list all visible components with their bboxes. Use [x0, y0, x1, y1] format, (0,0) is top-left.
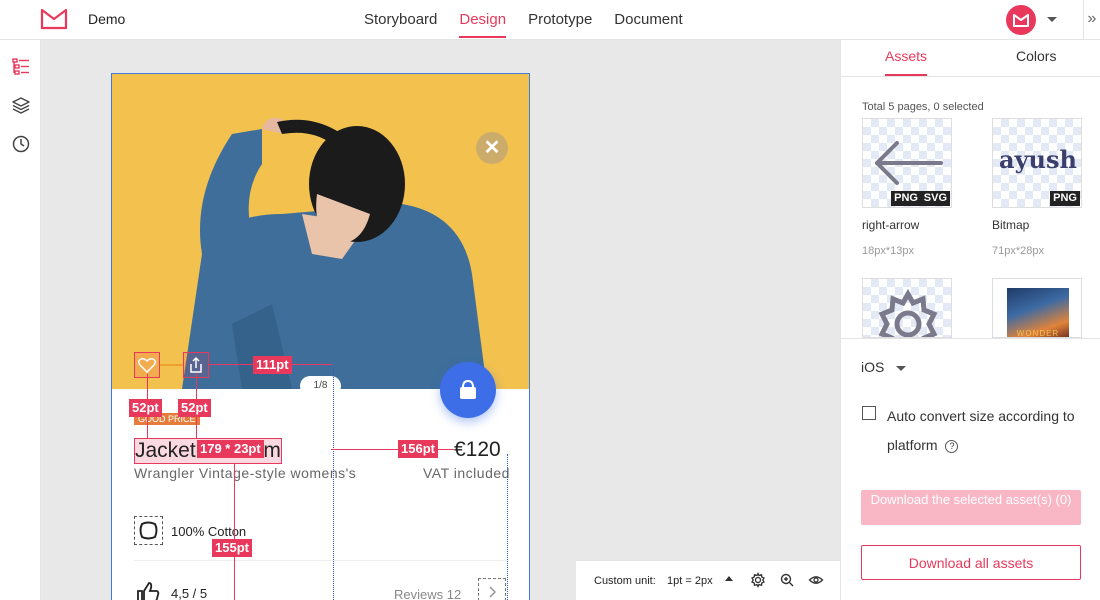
main-nav: Storyboard Design Prototype Document [353, 0, 694, 40]
guide-line [333, 369, 334, 600]
tab-colors[interactable]: Colors [1016, 48, 1056, 64]
poster-thumbnail: WONDER [1007, 288, 1069, 337]
asset-thumbnail[interactable]: PNG SVG [862, 118, 952, 208]
divider [134, 560, 508, 561]
download-all-button[interactable]: Download all assets [861, 545, 1081, 580]
close-icon[interactable]: ✕ [476, 132, 508, 164]
gear-icon [878, 288, 938, 337]
page-indicator: 1/8 [300, 376, 341, 396]
thumbs-up-icon [134, 578, 162, 600]
measure-label: 179 * 23pt [197, 440, 264, 458]
asset-thumbnail[interactable] [862, 278, 952, 338]
history-clock-icon[interactable] [11, 134, 31, 154]
platform-select[interactable]: iOS [861, 359, 907, 375]
unit-value[interactable]: 1pt = 2px [667, 575, 713, 587]
format-badge: PNG [891, 191, 921, 206]
vat-label: VAT included [423, 465, 510, 481]
left-toolbar [0, 40, 41, 600]
tab-design[interactable]: Design [448, 0, 517, 40]
tab-storyboard[interactable]: Storyboard [353, 0, 448, 40]
tab-prototype[interactable]: Prototype [517, 0, 603, 40]
settings-gear-icon[interactable] [750, 572, 766, 591]
asset-thumbnail[interactable]: WONDER [992, 278, 1082, 338]
measure-label: 111pt [253, 356, 292, 374]
project-name[interactable]: Demo [88, 11, 125, 27]
asset-thumbnail[interactable]: ayush PNG [992, 118, 1082, 208]
asset-name: right-arrow [862, 218, 920, 232]
measure-label: 156pt [398, 440, 438, 458]
design-canvas[interactable]: ✕ 1/8 GOOD PRICE Jacket in denim €120 Wr… [41, 40, 840, 600]
chevron-down-icon[interactable] [1047, 17, 1057, 22]
app-logo[interactable] [40, 7, 68, 36]
stack-icon[interactable] [11, 95, 31, 115]
zoom-in-icon[interactable] [779, 572, 795, 591]
chevron-right-icon[interactable] [478, 578, 506, 600]
auto-convert-label: Auto convert size according to platform … [887, 408, 1075, 453]
artboard[interactable]: ✕ 1/8 GOOD PRICE Jacket in denim €120 Wr… [111, 73, 530, 600]
tab-assets[interactable]: Assets [885, 48, 928, 76]
product-photo: ✕ [112, 74, 529, 389]
auto-convert-checkbox[interactable] [862, 406, 876, 420]
chevron-up-icon[interactable] [725, 576, 733, 581]
format-badge: SVG [920, 191, 950, 206]
guide-line [507, 454, 508, 600]
eye-icon[interactable] [808, 572, 824, 591]
product-price: €120 [454, 438, 501, 461]
spacing-line [234, 463, 235, 600]
cotton-icon [134, 516, 163, 545]
spacing-line [160, 364, 183, 366]
asset-name: Bitmap [992, 218, 1030, 232]
product-subtitle: Wrangler Vintage-style womens's [134, 465, 357, 481]
unit-bar: Custom unit: 1pt = 2px [576, 560, 840, 600]
measure-label: 52pt [178, 399, 211, 417]
panel-tabs: Assets Colors [841, 40, 1100, 77]
collapse-panel-icon[interactable]: » [1083, 0, 1100, 40]
ayush-logo: ayush [999, 145, 1077, 174]
asset-size: 18px*13px [862, 245, 914, 257]
export-settings: iOS Auto convert size according to platf… [841, 338, 1100, 600]
measure-label: 52pt [129, 399, 162, 417]
avatar[interactable] [1006, 5, 1036, 35]
chevron-down-icon [896, 365, 907, 371]
shopping-bag-button[interactable] [440, 362, 496, 418]
shopping-bag-icon [460, 379, 476, 399]
assets-panel: Assets Colors Total 5 pages, 0 selected … [840, 40, 1100, 600]
top-bar: Demo Storyboard Design Prototype Documen… [0, 0, 1100, 40]
asset-size: 71px*28px [992, 245, 1044, 257]
woman-illustration [182, 117, 487, 389]
measure-label: 155pt [212, 539, 252, 557]
download-selected-button[interactable]: Download the selected asset(s) (0) [861, 490, 1081, 525]
format-badge: PNG [1050, 191, 1080, 206]
reviews-count[interactable]: Reviews 12 [394, 587, 461, 600]
platform-value: iOS [861, 359, 885, 375]
rating-value: 4,5 / 5 [171, 586, 208, 600]
help-icon[interactable]: ? [945, 439, 959, 453]
unit-label: Custom unit: [594, 575, 656, 587]
assets-total: Total 5 pages, 0 selected [862, 101, 984, 113]
layers-list-icon[interactable] [11, 56, 31, 76]
tab-document[interactable]: Document [603, 0, 693, 40]
